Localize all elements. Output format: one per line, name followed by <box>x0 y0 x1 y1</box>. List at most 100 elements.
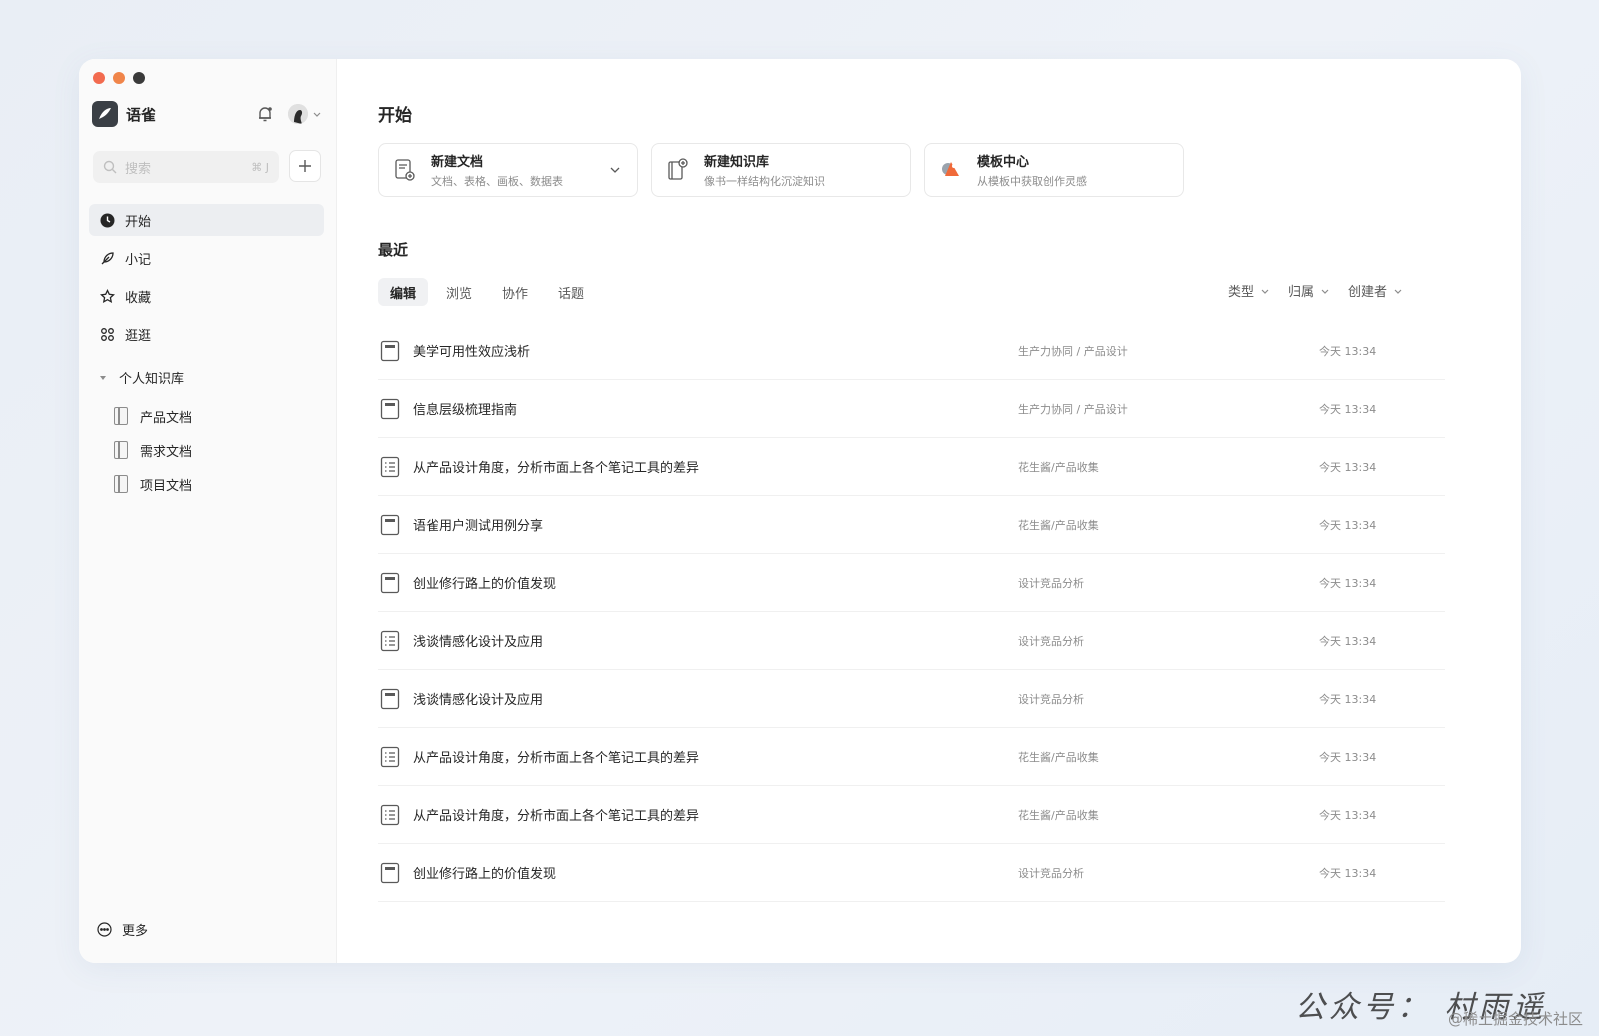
table-row[interactable]: 创业修行路上的价值发现 设计竞品分析 今天 13:34 <box>378 554 1445 612</box>
add-button[interactable] <box>289 150 321 182</box>
yuque-logo-icon <box>92 101 118 127</box>
notification-bell-icon[interactable] <box>256 105 274 123</box>
new-knowledge-base-icon <box>666 158 690 182</box>
sidebar-item-label: 开始 <box>125 214 152 230</box>
tab-viewed[interactable]: 浏览 <box>434 278 484 306</box>
avatar <box>288 104 308 124</box>
doc-path[interactable]: 设计竞品分析 <box>1018 575 1084 591</box>
tab-topics[interactable]: 话题 <box>546 278 596 306</box>
tab-edited[interactable]: 编辑 <box>378 278 429 306</box>
card-subtitle: 像书一样结构化沉淀知识 <box>704 175 825 188</box>
table-row[interactable]: 浅谈情感化设计及应用 设计竞品分析 今天 13:34 <box>378 612 1445 670</box>
sidebar-item-notes[interactable]: 小记 <box>89 242 324 274</box>
chevron-down-icon <box>313 112 321 117</box>
doc-title: 从产品设计角度，分析市面上各个笔记工具的差异 <box>413 461 700 476</box>
knowledge-base-item[interactable]: 项目文档 <box>114 467 192 501</box>
watermark-subtext: @稀土掘金技术社区 <box>1448 1010 1584 1028</box>
table-row[interactable]: 创业修行路上的价值发现 设计竞品分析 今天 13:34 <box>378 844 1445 902</box>
table-row[interactable]: 从产品设计角度，分析市面上各个笔记工具的差异 花生酱/产品收集 今天 13:34 <box>378 786 1445 844</box>
document-icon <box>380 514 400 536</box>
recent-tabs: 编辑 浏览 协作 话题 <box>378 278 596 306</box>
card-subtitle: 从模板中获取创作灵感 <box>977 175 1087 188</box>
new-doc-card[interactable]: 新建文档 文档、表格、画板、数据表 <box>378 143 638 197</box>
new-knowledge-base-card[interactable]: 新建知识库 像书一样结构化沉淀知识 <box>651 143 911 197</box>
search-placeholder: 搜索 <box>125 161 152 177</box>
new-doc-icon <box>393 158 417 182</box>
command-icon <box>99 326 115 342</box>
sidebar-item-explore[interactable]: 逛逛 <box>89 318 324 350</box>
document-icon <box>380 398 400 420</box>
more-button[interactable]: 更多 <box>97 920 148 939</box>
search-input[interactable]: 搜索 ⌘ J <box>93 151 279 183</box>
filter-type[interactable]: 类型 <box>1228 281 1270 300</box>
more-circle-icon <box>97 922 112 937</box>
filter-owner[interactable]: 归属 <box>1288 281 1330 300</box>
more-label: 更多 <box>122 924 149 939</box>
doc-title: 从产品设计角度，分析市面上各个笔记工具的差异 <box>413 751 700 766</box>
minimize-window-button[interactable] <box>113 72 125 84</box>
document-icon <box>380 340 400 362</box>
table-row[interactable]: 从产品设计角度，分析市面上各个笔记工具的差异 花生酱/产品收集 今天 13:34 <box>378 728 1445 786</box>
doc-path[interactable]: 花生酱/产品收集 <box>1018 459 1099 475</box>
card-title: 新建知识库 <box>704 155 770 170</box>
knowledge-base-header[interactable]: 个人知识库 <box>99 368 184 387</box>
doc-title: 美学可用性效应浅析 <box>413 345 531 360</box>
doc-time: 今天 13:34 <box>1319 808 1377 822</box>
document-icon <box>380 572 400 594</box>
doc-title: 浅谈情感化设计及应用 <box>413 693 544 708</box>
quick-actions: 新建文档 文档、表格、画板、数据表 新建知识库 像书一样结构化沉淀知识 模板中心… <box>378 143 1184 197</box>
table-row[interactable]: 美学可用性效应浅析 生产力协同 / 产品设计 今天 13:34 <box>378 322 1445 380</box>
filter-label: 创建者 <box>1347 285 1387 300</box>
doc-path[interactable]: 花生酱/产品收集 <box>1018 749 1099 765</box>
doc-time: 今天 13:34 <box>1319 460 1377 474</box>
filter-creator[interactable]: 创建者 <box>1348 281 1403 300</box>
tab-collaborated[interactable]: 协作 <box>490 278 540 306</box>
sheet-doc-icon <box>380 804 400 826</box>
chevron-down-icon[interactable] <box>609 164 621 176</box>
sidebar-item-start[interactable]: 开始 <box>89 204 324 236</box>
sidebar-item-favorites[interactable]: 收藏 <box>89 280 324 312</box>
doc-path[interactable]: 花生酱/产品收集 <box>1018 517 1099 533</box>
close-window-button[interactable] <box>93 72 105 84</box>
doc-title: 信息层级梳理指南 <box>413 403 518 418</box>
template-center-card[interactable]: 模板中心 从模板中获取创作灵感 <box>924 143 1184 197</box>
star-icon <box>99 288 115 304</box>
card-title: 模板中心 <box>977 155 1030 170</box>
doc-path[interactable]: 生产力协同 / 产品设计 <box>1018 343 1128 359</box>
doc-path[interactable]: 设计竞品分析 <box>1018 633 1084 649</box>
knowledge-base-item[interactable]: 需求文档 <box>114 433 192 467</box>
sidebar-item-label: 收藏 <box>125 290 152 306</box>
doc-path[interactable]: 花生酱/产品收集 <box>1018 807 1099 823</box>
app-name: 语雀 <box>126 105 157 124</box>
table-row[interactable]: 浅谈情感化设计及应用 设计竞品分析 今天 13:34 <box>378 670 1445 728</box>
user-menu[interactable] <box>288 104 322 124</box>
doc-time: 今天 13:34 <box>1319 402 1377 416</box>
document-icon <box>380 862 400 884</box>
doc-path[interactable]: 设计竞品分析 <box>1018 865 1084 881</box>
caret-down-icon <box>100 375 106 380</box>
table-row[interactable]: 语雀用户测试用例分享 花生酱/产品收集 今天 13:34 <box>378 496 1445 554</box>
doc-time: 今天 13:34 <box>1319 692 1377 706</box>
plus-icon <box>299 160 311 172</box>
table-row[interactable]: 信息层级梳理指南 生产力协同 / 产品设计 今天 13:34 <box>378 380 1445 438</box>
search-shortcut: ⌘ J <box>251 160 269 174</box>
filter-label: 类型 <box>1227 285 1254 300</box>
doc-path[interactable]: 设计竞品分析 <box>1018 691 1084 707</box>
brand[interactable]: 语雀 <box>92 101 156 127</box>
table-row[interactable]: 从产品设计角度，分析市面上各个笔记工具的差异 花生酱/产品收集 今天 13:34 <box>378 438 1445 496</box>
sheet-doc-icon <box>380 456 400 478</box>
card-subtitle: 文档、表格、画板、数据表 <box>431 175 563 188</box>
card-title: 新建文档 <box>431 155 484 170</box>
maximize-window-button[interactable] <box>133 72 145 84</box>
doc-title: 浅谈情感化设计及应用 <box>413 635 544 650</box>
book-icon <box>114 441 128 459</box>
knowledge-base-item[interactable]: 产品文档 <box>114 399 192 433</box>
doc-path[interactable]: 生产力协同 / 产品设计 <box>1018 401 1128 417</box>
doc-time: 今天 13:34 <box>1319 518 1377 532</box>
filter-label: 归属 <box>1287 285 1314 300</box>
book-icon <box>114 475 128 493</box>
search-icon <box>103 160 117 174</box>
knowledge-base-label: 项目文档 <box>140 478 193 494</box>
recent-section-title: 最近 <box>378 241 409 259</box>
book-icon <box>114 407 128 425</box>
